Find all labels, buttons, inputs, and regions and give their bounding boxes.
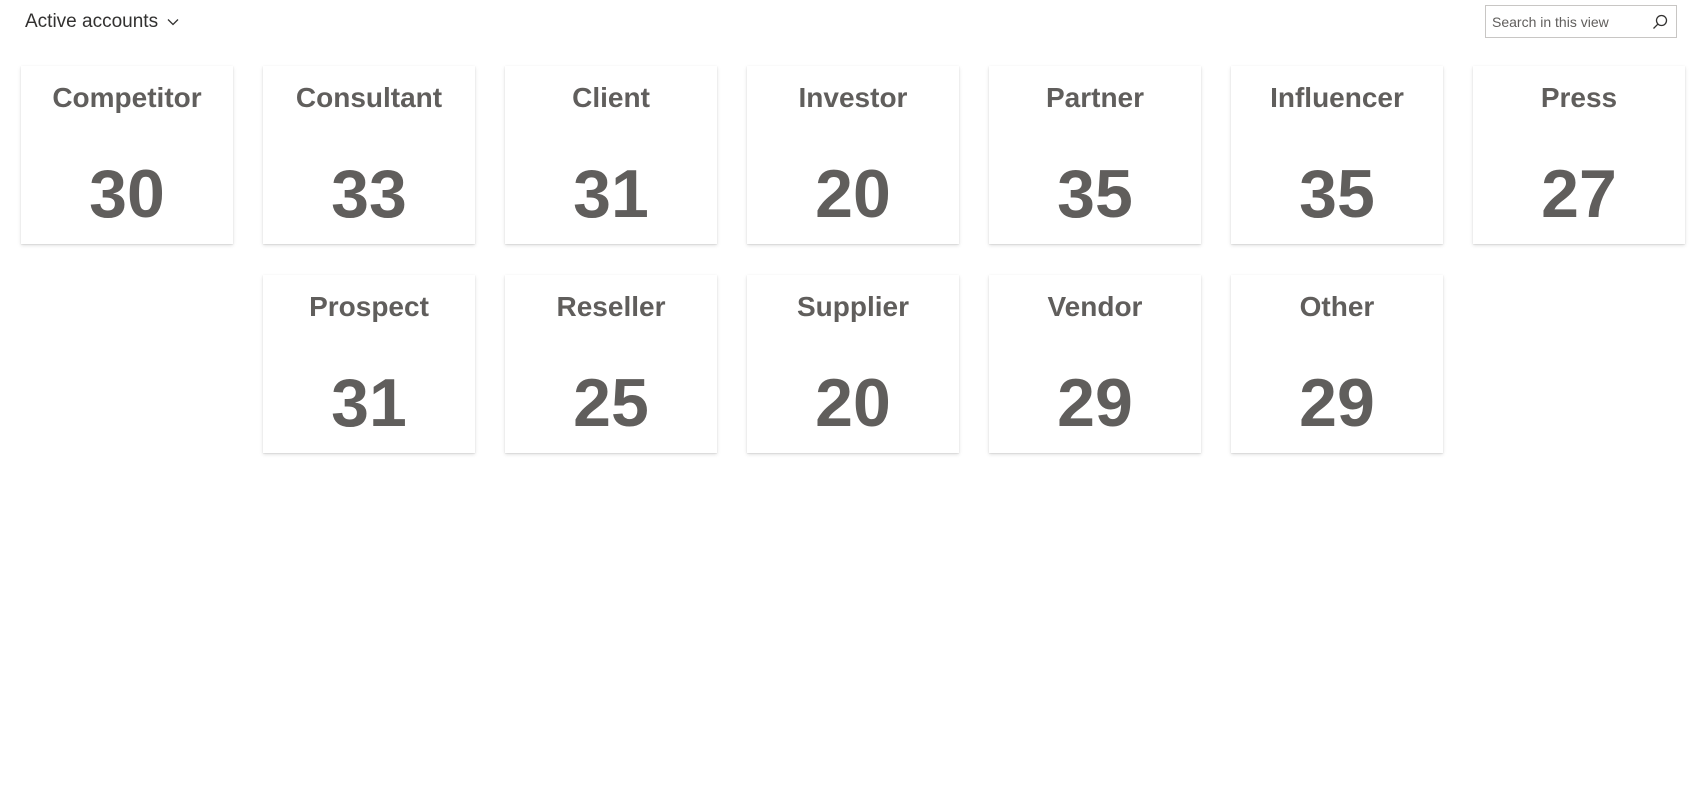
tile-label: Influencer: [1270, 82, 1404, 113]
tile-influencer[interactable]: Influencer 35: [1231, 66, 1443, 244]
search-icon[interactable]: [1650, 12, 1670, 32]
tile-count: 20: [815, 156, 891, 232]
tile-count: 35: [1299, 156, 1375, 232]
tile-label: Supplier: [796, 291, 909, 322]
tile-count: 29: [1057, 365, 1133, 441]
tile-supplier[interactable]: Supplier 20: [747, 275, 959, 453]
tile-label: Other: [1299, 291, 1375, 322]
tile-prospect[interactable]: Prospect 31: [263, 275, 475, 453]
tile-count: 35: [1057, 156, 1133, 232]
tile-label: Prospect: [309, 291, 429, 322]
view-selector[interactable]: Active accounts: [25, 9, 180, 35]
tile-partner[interactable]: Partner 35: [989, 66, 1201, 244]
tile-count: 25: [573, 365, 649, 441]
tile-press[interactable]: Press 27: [1473, 66, 1685, 244]
tile-label: Consultant: [295, 82, 443, 113]
tile-count: 31: [573, 156, 649, 232]
tile-count: 20: [815, 365, 891, 441]
search-box: [1485, 5, 1677, 38]
tile-count: 27: [1541, 156, 1617, 232]
tile-count: 29: [1299, 365, 1375, 441]
tile-vendor[interactable]: Vendor 29: [989, 275, 1201, 453]
tile-client[interactable]: Client 31: [505, 66, 717, 244]
tile-investor[interactable]: Investor 20: [747, 66, 959, 244]
tile-other[interactable]: Other 29: [1231, 275, 1443, 453]
search-input[interactable]: [1486, 7, 1648, 36]
view-header: Active accounts: [0, 0, 1690, 44]
tile-consultant[interactable]: Consultant 33: [263, 66, 475, 244]
tile-label: Vendor: [1047, 291, 1143, 322]
tile-label: Press: [1540, 82, 1618, 113]
tile-label: Competitor: [52, 82, 202, 113]
tile-label: Client: [572, 82, 650, 113]
chevron-down-icon: [166, 15, 180, 29]
tile-count: 31: [331, 365, 407, 441]
view-title: Active accounts: [25, 11, 159, 32]
tile-label: Partner: [1045, 82, 1145, 113]
tile-label: Reseller: [556, 291, 666, 322]
tile-count: 33: [331, 156, 407, 232]
tile-label: Investor: [798, 82, 908, 113]
tile-reseller[interactable]: Reseller 25: [505, 275, 717, 453]
tile-count: 30: [89, 156, 165, 232]
tile-competitor[interactable]: Competitor 30: [21, 66, 233, 244]
